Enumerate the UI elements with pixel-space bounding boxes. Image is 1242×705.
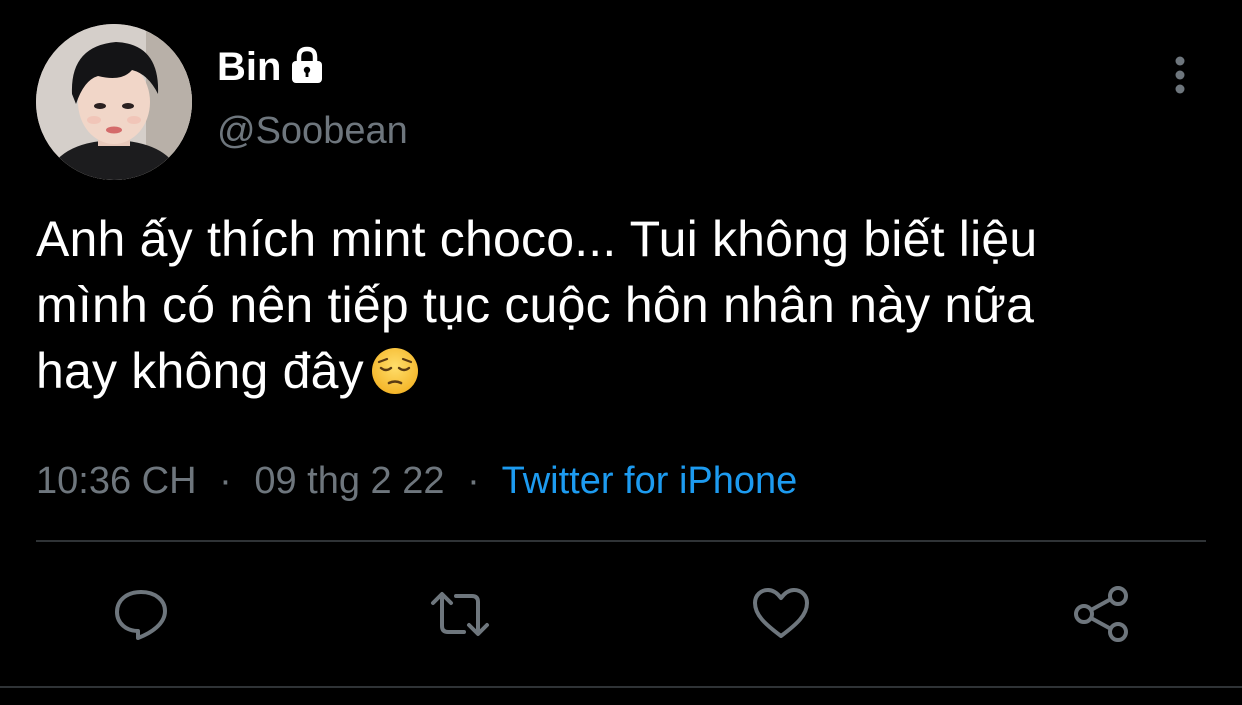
more-options-button[interactable] [1160, 52, 1200, 98]
divider [36, 540, 1206, 542]
tweet-text-line-last: hay không đây [36, 338, 1206, 404]
tweet-date[interactable]: 09 thg 2 22 [254, 460, 444, 502]
reply-button[interactable] [111, 584, 171, 644]
pensive-face-emoji-icon [370, 346, 420, 396]
like-button[interactable] [751, 584, 811, 644]
like-icon [753, 588, 809, 638]
tweet-source-link[interactable]: Twitter for iPhone [502, 460, 798, 502]
meta-separator: · [219, 460, 232, 502]
lock-icon [287, 45, 327, 85]
author-name-row[interactable]: Bin [217, 44, 327, 90]
tweet-text: Anh ấy thích mint choco... Tui không biế… [36, 206, 1206, 404]
tweet-detail: Bin @Soobean Anh ấy thích mint choco... … [0, 0, 1242, 705]
divider [0, 686, 1242, 688]
retweet-button[interactable] [430, 584, 490, 644]
tweet-text-line: mình có nên tiếp tục cuộc hôn nhân này n… [36, 277, 1035, 333]
meta-separator: · [467, 460, 480, 502]
tweet-time[interactable]: 10:36 CH [36, 460, 197, 502]
tweet-text-line: Anh ấy thích mint choco... Tui không biế… [36, 211, 1038, 267]
tweet-text-line: hay không đây [36, 343, 364, 399]
author-handle[interactable]: @Soobean [217, 108, 408, 154]
share-icon [1074, 586, 1128, 642]
more-vertical-icon [1175, 56, 1185, 94]
avatar[interactable] [36, 24, 192, 180]
retweet-icon [431, 592, 489, 636]
author-name[interactable]: Bin [217, 44, 281, 90]
reply-icon [115, 590, 167, 640]
avatar-photo [36, 24, 192, 180]
share-button[interactable] [1072, 584, 1132, 644]
tweet-meta: 10:36 CH · 09 thg 2 22 · Twitter for iPh… [36, 456, 797, 506]
